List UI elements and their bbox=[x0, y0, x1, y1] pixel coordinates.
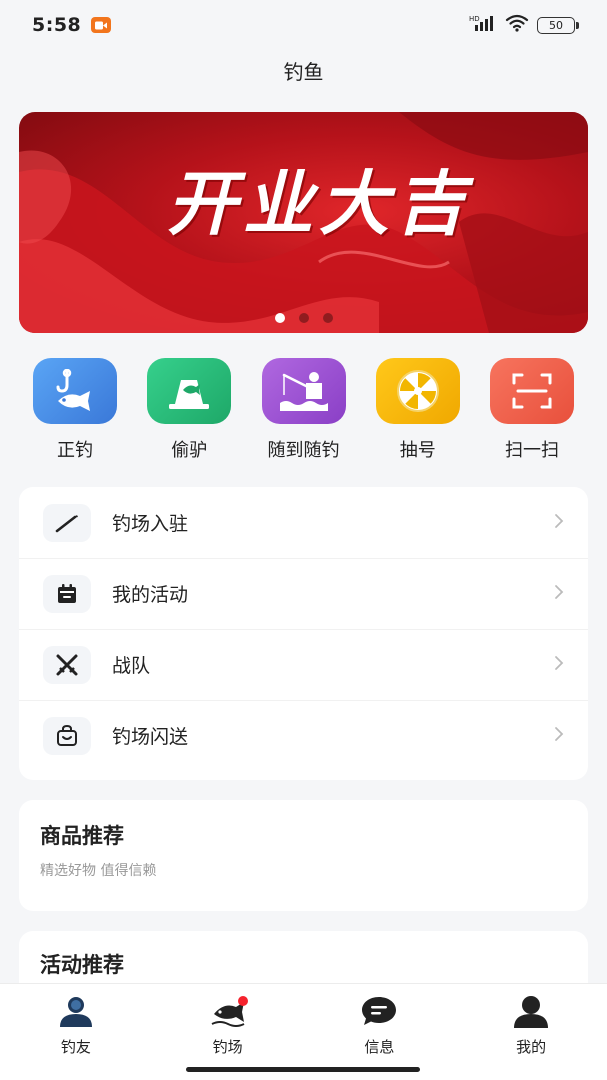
menu-item-label: 钓场入驻 bbox=[112, 513, 189, 535]
quick-action-label: 随到随钓 bbox=[267, 440, 340, 461]
quick-action-zhengdiao[interactable]: 正钓 bbox=[19, 358, 131, 468]
tab-profile[interactable]: 我的 bbox=[455, 984, 607, 1080]
notification-badge bbox=[237, 996, 248, 1006]
menu-item-team[interactable]: 战队 bbox=[19, 629, 588, 700]
quick-action-toulv[interactable]: 偷驴 bbox=[133, 358, 245, 468]
quick-action-label: 偷驴 bbox=[171, 440, 208, 461]
section-title: 活动推荐 bbox=[40, 953, 124, 977]
crossed-swords-icon bbox=[43, 645, 91, 684]
message-icon bbox=[359, 994, 399, 1028]
menu-item-join-venue[interactable]: 钓场入驻 bbox=[19, 487, 588, 558]
menu-item-my-activities[interactable]: 我的活动 bbox=[19, 558, 588, 629]
quick-action-scan[interactable]: 扫一扫 bbox=[476, 358, 588, 468]
section-title: 商品推荐 bbox=[40, 824, 124, 848]
quick-actions: 正钓 偷驴 随到随钓 抽号 扫一扫 bbox=[19, 358, 588, 468]
profile-icon bbox=[511, 994, 551, 1028]
bottom-tab-bar: 钓友 钓场 信息 我的 bbox=[0, 983, 607, 1080]
promo-banner[interactable]: 开业大吉 bbox=[19, 112, 588, 333]
chevron-right-icon bbox=[554, 513, 564, 533]
carousel-dot-active[interactable] bbox=[274, 313, 285, 323]
carousel-dot[interactable] bbox=[298, 313, 309, 323]
tab-label: 钓友 bbox=[60, 1038, 91, 1056]
quick-action-label: 扫一扫 bbox=[505, 440, 559, 461]
home-indicator[interactable] bbox=[186, 1067, 420, 1072]
quick-action-chouhao[interactable]: 抽号 bbox=[362, 358, 474, 468]
tab-venues[interactable]: 钓场 bbox=[152, 984, 304, 1080]
menu-list: 钓场入驻 我的活动 战队 钓场闪送 bbox=[19, 487, 588, 780]
menu-item-flash-delivery[interactable]: 钓场闪送 bbox=[19, 700, 588, 771]
fishing-rod-icon bbox=[43, 503, 91, 542]
fish-sign-icon bbox=[147, 358, 232, 424]
shopping-bag-icon bbox=[43, 716, 91, 755]
battery-indicator: 50 bbox=[537, 16, 579, 34]
chevron-right-icon bbox=[554, 726, 564, 746]
wheel-icon bbox=[375, 358, 460, 424]
carousel-dot[interactable] bbox=[322, 313, 333, 323]
chevron-right-icon bbox=[554, 655, 564, 675]
product-recommend-section[interactable]: 商品推荐 精选好物 值得信赖 bbox=[19, 800, 588, 911]
status-bar: 5:58 HD 50 bbox=[0, 0, 607, 50]
user-group-icon bbox=[56, 994, 96, 1028]
fish-pond-icon bbox=[208, 994, 248, 1028]
carousel-dots bbox=[19, 313, 588, 323]
quick-action-label: 抽号 bbox=[399, 440, 436, 461]
menu-item-label: 战队 bbox=[112, 655, 151, 677]
scan-icon bbox=[490, 358, 574, 424]
screen-record-icon bbox=[91, 17, 112, 33]
page-title: 钓鱼 bbox=[283, 59, 324, 84]
chevron-right-icon bbox=[554, 584, 564, 604]
tab-anglers[interactable]: 钓友 bbox=[0, 984, 152, 1080]
quick-action-suidao[interactable]: 随到随钓 bbox=[248, 358, 360, 468]
menu-item-label: 钓场闪送 bbox=[112, 726, 189, 748]
calendar-icon bbox=[43, 574, 91, 613]
tab-label: 信息 bbox=[364, 1038, 395, 1056]
banner-headline: 开业大吉 bbox=[167, 162, 471, 245]
quick-action-label: 正钓 bbox=[57, 440, 93, 461]
signal-icon: HD bbox=[469, 14, 497, 36]
angler-icon bbox=[261, 358, 346, 424]
wifi-icon bbox=[505, 14, 529, 36]
status-time: 5:58 bbox=[32, 14, 82, 36]
network-type: HD bbox=[469, 15, 480, 23]
tab-label: 我的 bbox=[516, 1038, 547, 1056]
tab-messages[interactable]: 信息 bbox=[304, 984, 456, 1080]
fishing-hook-icon bbox=[33, 358, 117, 424]
status-indicators: HD 50 bbox=[469, 14, 579, 36]
tab-label: 钓场 bbox=[212, 1038, 243, 1056]
menu-item-label: 我的活动 bbox=[112, 584, 189, 606]
section-subtitle: 精选好物 值得信赖 bbox=[40, 863, 157, 879]
